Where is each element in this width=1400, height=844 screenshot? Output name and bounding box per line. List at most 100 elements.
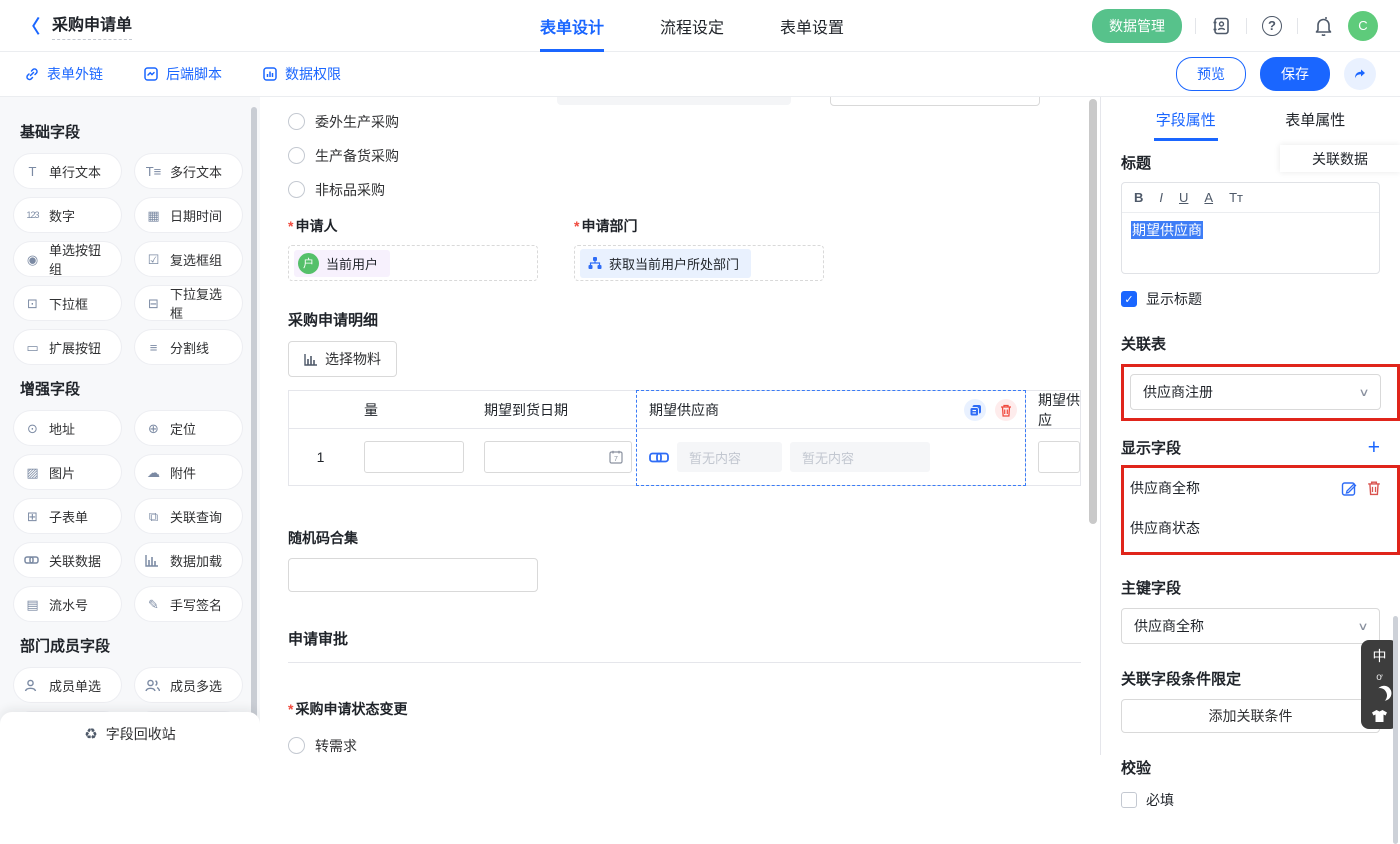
contacts-book-icon[interactable] [1209,14,1233,38]
random-code-input[interactable] [288,558,538,592]
show-title-checkbox[interactable]: ✓ [1121,291,1137,307]
field-recycle-bin[interactable]: ♻ 字段回收站 [0,712,260,755]
primary-field-select[interactable]: 供应商全称 ∨ [1121,608,1380,644]
field-pill-image[interactable]: ▨图片 [14,455,121,489]
field-pill-multi-text[interactable]: T≡多行文本 [135,154,242,188]
field-pill-link-query[interactable]: ⧉关联查询 [135,499,242,533]
radio-option[interactable]: 转需求 [288,735,1100,755]
bold-button[interactable]: B [1134,190,1143,205]
data-permission-button[interactable]: 数据权限 [262,64,341,84]
field-pill-multi-select[interactable]: ⊟下拉复选框 [135,286,242,320]
tab-form-setting[interactable]: 表单设置 [780,0,844,52]
field-pill-signature[interactable]: ✎手写签名 [135,587,242,621]
data-manage-button[interactable]: 数据管理 [1092,9,1182,43]
notification-bell-icon[interactable] [1311,14,1335,38]
radio-icon[interactable] [288,147,305,164]
partial-field-disabled[interactable] [557,97,791,105]
applicant-field[interactable]: *申请人 户 当前用户 [288,216,538,281]
trash-icon[interactable] [1367,480,1381,496]
font-color-button[interactable]: A [1204,190,1213,205]
field-pill-attachment[interactable]: ☁附件 [135,455,242,489]
italic-button[interactable]: I [1159,190,1163,205]
field-pill-datetime[interactable]: ▦日期时间 [135,198,242,232]
partial-field-input[interactable] [830,97,1040,106]
select-material-button[interactable]: 选择物料 [288,341,397,377]
svg-text:7: 7 [614,456,618,463]
field-pill-data-load[interactable]: 数据加载 [135,543,242,577]
field-pill-ext-button[interactable]: ▭扩展按钮 [14,330,121,364]
field-pill-subform[interactable]: ⊞子表单 [14,499,121,533]
copy-column-button[interactable] [964,399,986,421]
theme-shirt-icon[interactable] [1371,709,1388,723]
radio-icon[interactable] [288,181,305,198]
radio-option[interactable]: 委外生产采购 [288,111,1100,132]
underline-button[interactable]: U [1179,190,1188,205]
delete-column-button[interactable] [995,399,1017,421]
title-editor-content[interactable]: 期望供应商 [1122,213,1379,273]
radio-option[interactable]: 非标品采购 [288,179,1100,200]
trash-icon [1000,404,1012,417]
page-title[interactable]: 采购申请单 [52,11,132,40]
panel-scrollbar[interactable] [1393,616,1398,844]
link-icon [24,66,40,82]
save-button[interactable]: 保存 [1260,57,1330,91]
font-size-button[interactable]: Tᴛ [1229,190,1243,205]
group-title-members: 部门成员字段 [20,635,242,656]
sidebar-scrollbar[interactable] [251,107,257,755]
add-condition-button[interactable]: 添加关联条件 [1121,699,1380,733]
field-pill-radio-group[interactable]: ◉单选按钮组 [14,242,121,276]
col-header-supplier2[interactable]: 期望供应 [1025,391,1080,428]
avatar[interactable]: C [1348,11,1378,41]
supplier-status-placeholder[interactable]: 暂无内容 [790,442,930,472]
date-input[interactable]: 7 [484,441,632,473]
radio-icon[interactable] [288,737,305,754]
tab-field-properties[interactable]: 字段属性 [1121,97,1251,141]
app-header: 〈 采购申请单 表单设计 流程设定 表单设置 数据管理 ? C [0,0,1400,52]
tab-flow-setting[interactable]: 流程设定 [660,0,724,52]
field-pill-member-single[interactable]: 成员单选 [14,668,121,702]
tab-form-design[interactable]: 表单设计 [540,0,604,52]
add-display-field-button[interactable]: + [1368,437,1380,458]
qty-input[interactable] [364,441,464,473]
field-pill-serial-number[interactable]: ▤流水号 [14,587,121,621]
dark-mode-moon-icon[interactable] [1371,687,1388,704]
field-pill-member-multi[interactable]: 成员多选 [135,668,242,702]
required-row[interactable]: 必填 [1121,790,1380,810]
field-pill-select[interactable]: ⊡下拉框 [14,286,121,320]
applicant-value-box[interactable]: 户 当前用户 [288,245,538,281]
show-title-row[interactable]: ✓ 显示标题 [1121,289,1380,309]
radio-group-icon: ◉ [24,253,41,266]
field-pill-divider[interactable]: ≡分割线 [135,330,242,364]
supplier2-input[interactable] [1038,441,1080,473]
radio-icon[interactable] [288,113,305,130]
field-pill-checkbox-group[interactable]: ☑复选框组 [135,242,242,276]
pinyin-toggle-icon[interactable]: ơ [1376,672,1383,683]
col-header-qty[interactable]: 量 [352,391,472,428]
person-icon [24,679,41,692]
language-toggle-icon[interactable]: 中 [1373,646,1387,666]
department-field[interactable]: *申请部门 获取当前用户所处部门 [574,216,824,281]
supplier-name-placeholder[interactable]: 暂无内容 [677,442,782,472]
backend-script-button[interactable]: 后端脚本 [143,64,222,84]
department-value-box[interactable]: 获取当前用户所处部门 [574,245,824,281]
share-arrow-icon [1352,66,1368,82]
canvas-scrollbar[interactable] [1089,99,1097,524]
back-icon[interactable]: 〈 [22,13,40,39]
tab-form-properties[interactable]: 表单属性 [1251,97,1381,141]
edit-icon[interactable] [1341,480,1358,497]
related-table-select[interactable]: 供应商注册 ∨ [1130,374,1381,410]
field-pill-single-text[interactable]: T单行文本 [14,154,121,188]
field-pill-linked-data[interactable]: 关联数据 [14,543,121,577]
share-button[interactable] [1344,58,1376,90]
preview-button[interactable]: 预览 [1176,57,1246,91]
field-pill-address[interactable]: ⊙地址 [14,411,121,445]
bar-chart-icon [304,353,318,366]
help-icon[interactable]: ? [1260,14,1284,38]
calendar-icon: ▦ [145,209,162,222]
required-checkbox[interactable] [1121,792,1137,808]
field-pill-number[interactable]: 123数字 [14,198,121,232]
external-link-button[interactable]: 表单外链 [24,64,103,84]
col-header-date[interactable]: 期望到货日期 [472,391,637,428]
field-pill-location[interactable]: ⊕定位 [135,411,242,445]
radio-option[interactable]: 生产备货采购 [288,145,1100,166]
